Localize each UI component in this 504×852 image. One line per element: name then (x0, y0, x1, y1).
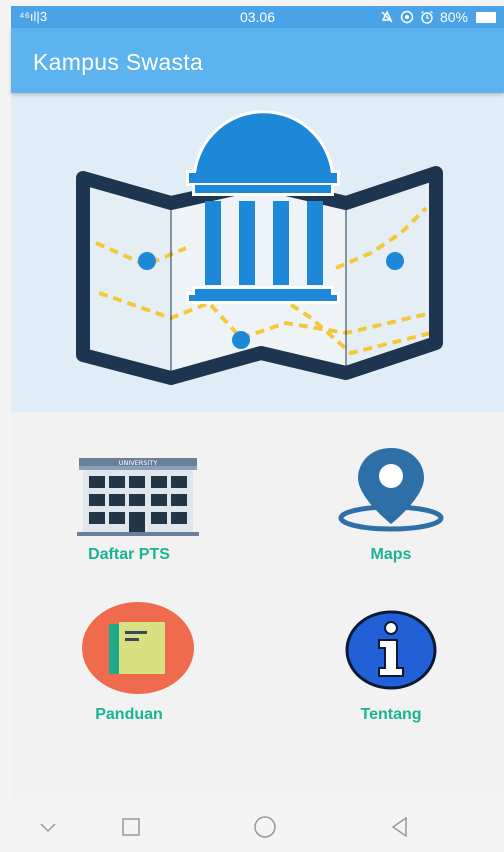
hero-banner (11, 93, 504, 412)
menu-label-daftar-pts: Daftar PTS (88, 546, 170, 563)
data-saver-icon (400, 10, 414, 24)
status-icons: 80% (380, 9, 496, 25)
app-bar: Kampus Swasta (11, 28, 504, 93)
menu-item-daftar-pts[interactable]: UNIVERSITY Daftar PTS (19, 452, 239, 602)
menu-item-panduan[interactable]: Panduan (19, 602, 239, 752)
battery-icon (476, 11, 496, 23)
menu-label-maps: Maps (370, 546, 412, 563)
mute-icon (381, 10, 393, 23)
map-pin-icon (338, 448, 444, 532)
chevron-down-icon[interactable] (33, 812, 63, 842)
battery-percent: 80% (439, 9, 468, 25)
university-sign: UNIVERSITY (119, 459, 158, 467)
navigation-bar (11, 798, 504, 852)
menu-grid: UNIVERSITY Daftar PTS Maps Panduan Tenta… (11, 412, 504, 798)
alarm-icon (421, 11, 433, 24)
menu-item-maps[interactable]: Maps (281, 448, 501, 602)
status-bar: ⁴⁶ıl|3 03.06 80% (11, 6, 504, 28)
university-building-icon: UNIVERSITY (77, 458, 199, 536)
menu-item-tentang[interactable]: Tentang (281, 602, 501, 752)
info-icon (345, 610, 437, 690)
home-circle-icon[interactable] (250, 812, 280, 842)
menu-label-panduan: Panduan (95, 706, 163, 723)
book-icon (82, 602, 194, 694)
menu-label-tentang: Tentang (360, 706, 422, 723)
recents-square-icon[interactable] (116, 812, 146, 842)
back-triangle-icon[interactable] (385, 812, 415, 842)
app-title: Kampus Swasta (33, 49, 204, 75)
campus-map-illustration (76, 110, 443, 385)
